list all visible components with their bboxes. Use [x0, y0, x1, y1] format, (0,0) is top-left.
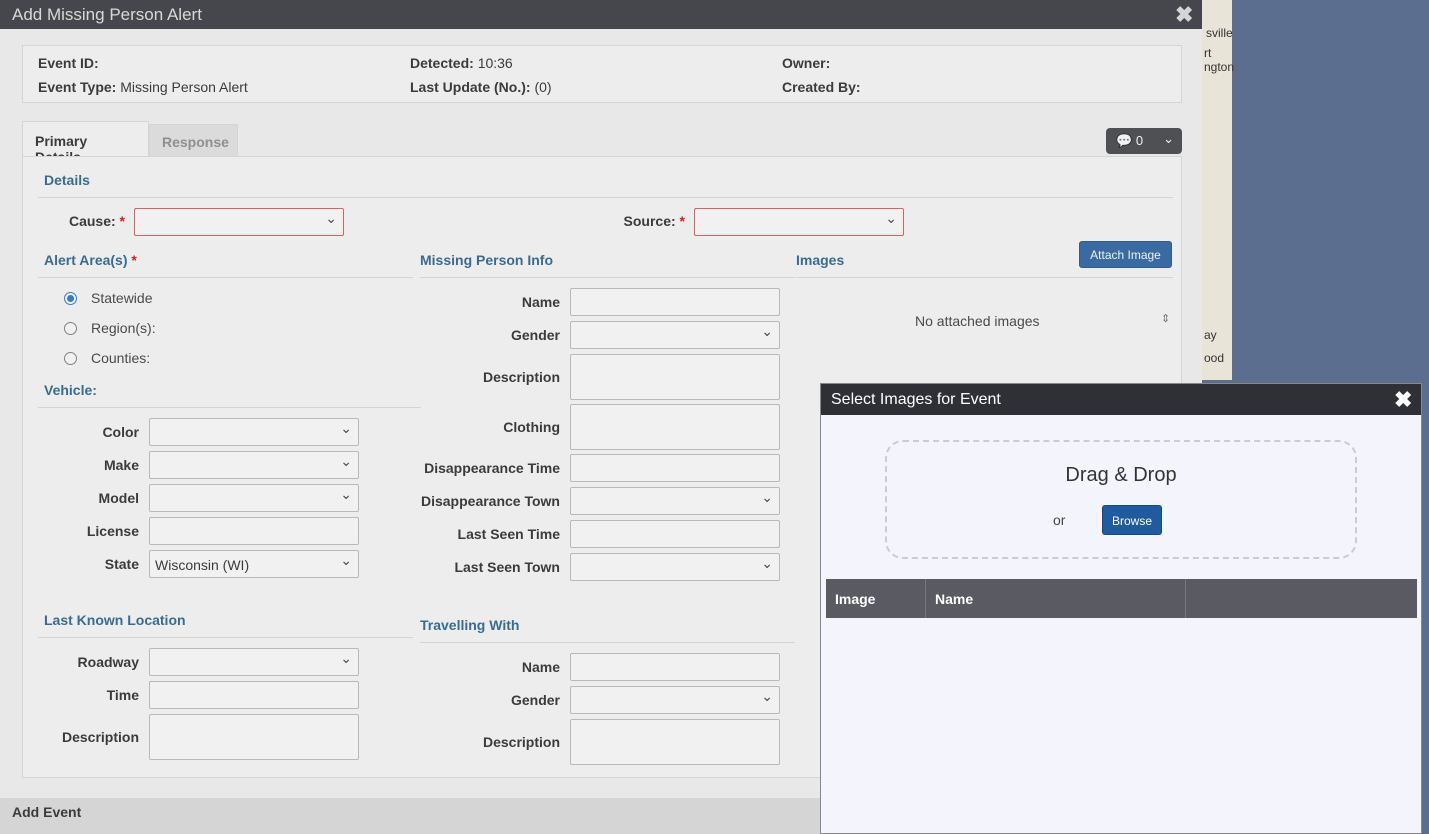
images-table-header: Image Name — [826, 579, 1417, 618]
or-text: or — [1053, 512, 1066, 528]
column-header-image[interactable]: Image — [826, 579, 926, 618]
drop-zone[interactable]: Drag & Drop or Browse — [885, 440, 1357, 559]
close-icon[interactable]: ✖ — [1394, 389, 1412, 411]
map-label: ay — [1204, 328, 1217, 342]
modal-title: Select Images for Event — [821, 384, 1421, 415]
map-label: ood — [1204, 351, 1225, 365]
map-label: rt — [1204, 46, 1212, 60]
column-header-actions — [1186, 579, 1417, 618]
map-label: ngton — [1204, 60, 1235, 74]
column-header-name[interactable]: Name — [926, 579, 1186, 618]
drop-text: Drag & Drop — [1065, 464, 1177, 486]
browse-button[interactable]: Browse — [1102, 505, 1162, 535]
select-images-modal: Select Images for Event ✖ Drag & Drop or… — [820, 383, 1422, 834]
map-label: sville — [1206, 26, 1233, 40]
